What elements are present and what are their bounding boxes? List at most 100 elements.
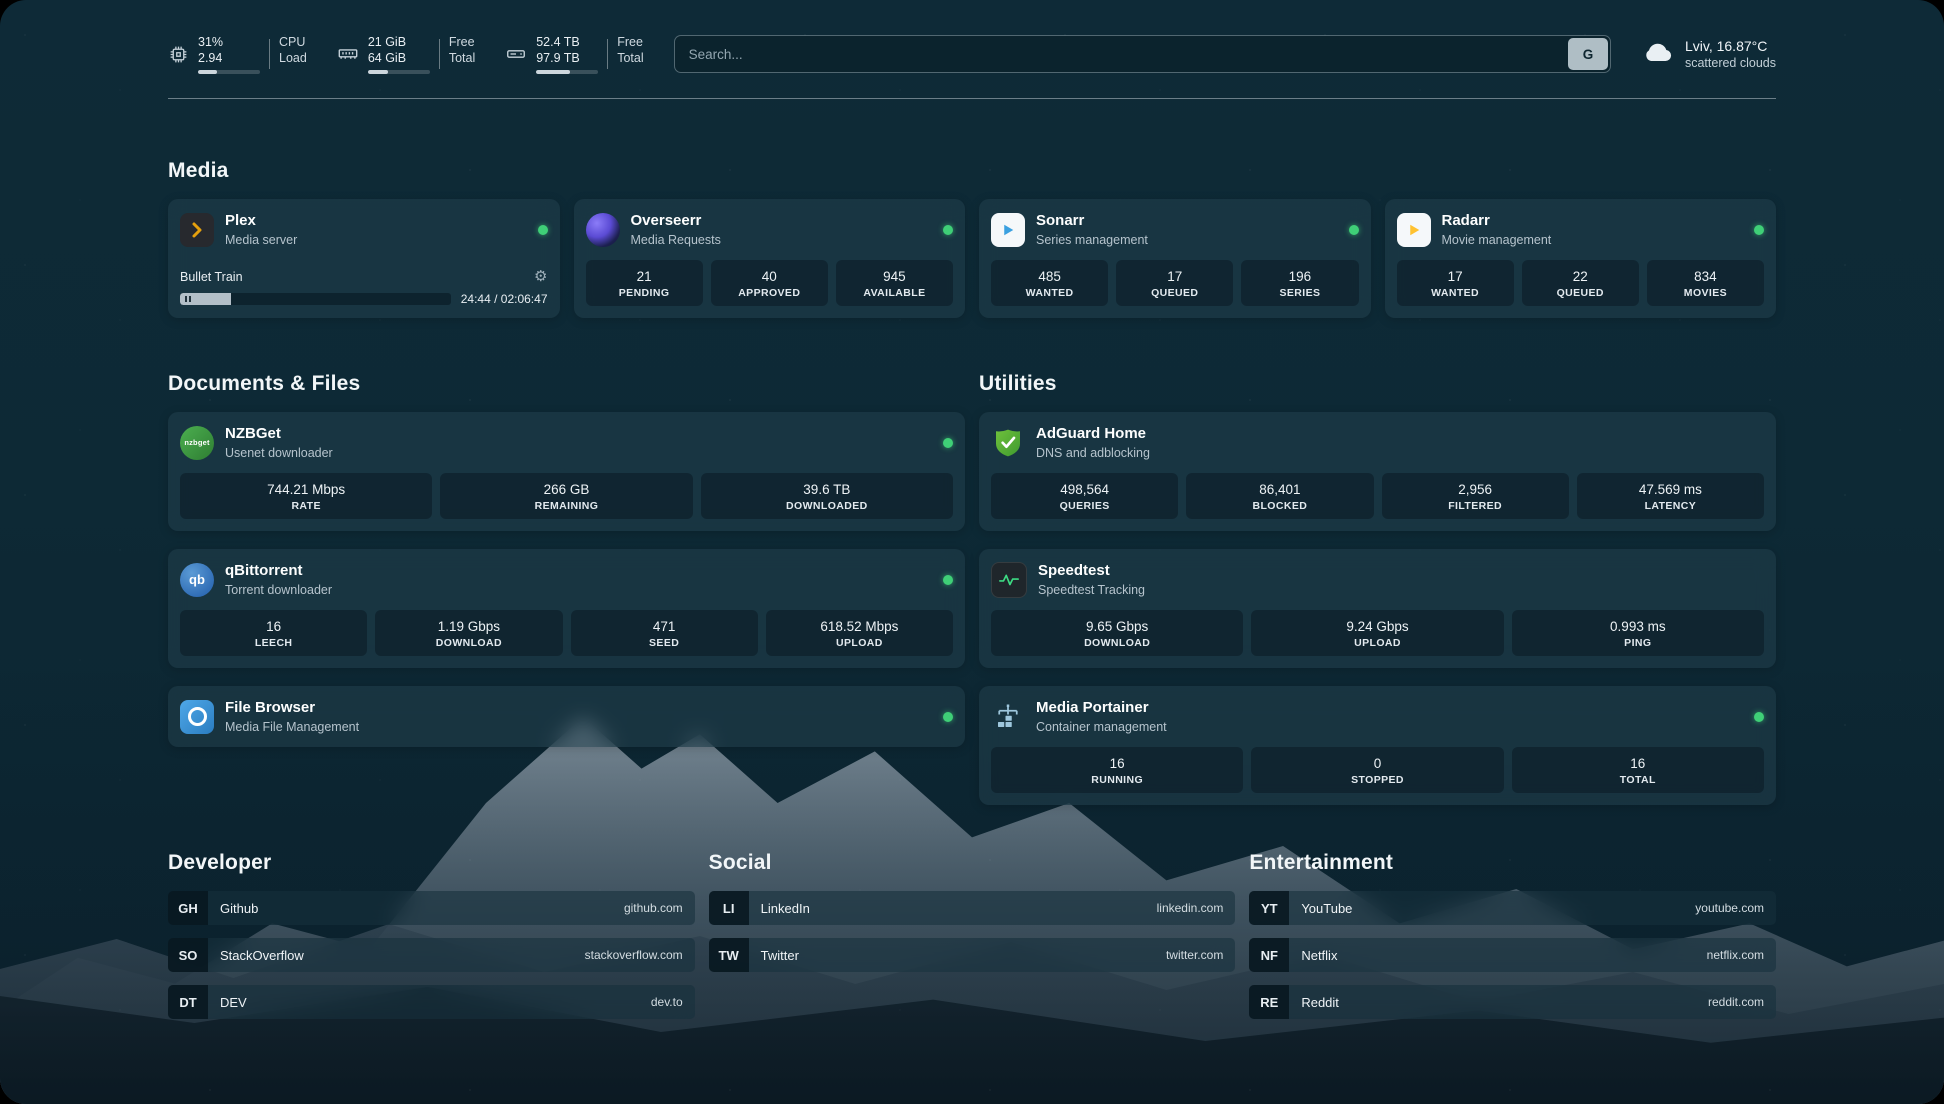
stat-box: 47.569 ms LATENCY — [1577, 473, 1764, 519]
memory-widget: 21 GiB 64 GiB Free Total — [337, 34, 475, 74]
bookmark-name: Reddit — [1301, 995, 1339, 1010]
playback-progress[interactable] — [180, 293, 451, 305]
memory-free: 21 GiB — [368, 34, 430, 50]
now-playing: Bullet Train ⚙ 24:44 / 02:06:47 — [180, 259, 548, 306]
bookmark-twitter[interactable]: TW Twitter twitter.com — [709, 938, 1236, 972]
service-desc: Movie management — [1442, 232, 1552, 248]
stat-box: 0 STOPPED — [1251, 747, 1503, 793]
stat-box: 471 SEED — [571, 610, 758, 656]
search-provider-button[interactable]: G — [1568, 38, 1608, 70]
bookmark-name: Netflix — [1301, 948, 1337, 963]
cpu-percent: 31% — [198, 34, 260, 50]
service-name: Plex — [225, 211, 297, 230]
disk-free: 52.4 TB — [536, 34, 598, 50]
service-desc: Series management — [1036, 232, 1148, 248]
cpu-label: CPU — [279, 34, 307, 50]
service-desc: Usenet downloader — [225, 445, 333, 461]
status-dot — [1754, 225, 1764, 235]
status-dot — [943, 712, 953, 722]
pause-icon[interactable] — [185, 296, 191, 302]
section-documents: Documents & Files nzbget NZBGet Usenet d… — [168, 372, 965, 805]
bookmark-netflix[interactable]: NF Netflix netflix.com — [1249, 938, 1776, 972]
bookmark-abbr: SO — [168, 938, 208, 972]
section-title-social: Social — [709, 851, 1236, 875]
bookmark-url: netflix.com — [1707, 948, 1764, 962]
section-title-utilities: Utilities — [979, 372, 1776, 396]
service-card-nzbget[interactable]: nzbget NZBGet Usenet downloader 744.21 M… — [168, 412, 965, 531]
bookmark-url: stackoverflow.com — [585, 948, 683, 962]
bookmark-reddit[interactable]: RE Reddit reddit.com — [1249, 985, 1776, 1019]
bookmark-name: StackOverflow — [220, 948, 304, 963]
section-entertainment: Entertainment YT YouTube youtube.com NF … — [1249, 851, 1776, 1019]
section-title-entertainment: Entertainment — [1249, 851, 1776, 875]
service-card-radarr[interactable]: Radarr Movie management 17 WANTED 22 QUE… — [1385, 199, 1777, 318]
playback-time: 24:44 / 02:06:47 — [461, 292, 548, 306]
stat-box: 834 MOVIES — [1647, 260, 1764, 306]
bookmark-name: Github — [220, 901, 258, 916]
stat-box: 39.6 TB DOWNLOADED — [701, 473, 953, 519]
stat-box: 485 WANTED — [991, 260, 1108, 306]
stat-box: 40 APPROVED — [711, 260, 828, 306]
section-developer: Developer GH Github github.com SO StackO… — [168, 851, 695, 1019]
bookmark-youtube[interactable]: YT YouTube youtube.com — [1249, 891, 1776, 925]
service-desc: Media File Management — [225, 719, 359, 735]
cpu-label: Load — [279, 50, 307, 66]
system-stats-group: 31% 2.94 CPU Load — [168, 34, 644, 74]
bookmark-url: linkedin.com — [1157, 901, 1224, 915]
bookmark-abbr: RE — [1249, 985, 1289, 1019]
stat-box: 16 RUNNING — [991, 747, 1243, 793]
bookmark-github[interactable]: GH Github github.com — [168, 891, 695, 925]
disk-widget: 52.4 TB 97.9 TB Free Total — [505, 34, 643, 74]
service-card-portainer[interactable]: Media Portainer Container management 16 … — [979, 686, 1776, 805]
cpu-load: 2.94 — [198, 50, 260, 66]
service-card-adguard[interactable]: AdGuard Home DNS and adblocking 498,564 … — [979, 412, 1776, 531]
section-social: Social LI LinkedIn linkedin.com TW Twitt… — [709, 851, 1236, 1019]
section-title-media: Media — [168, 159, 1776, 183]
service-name: AdGuard Home — [1036, 424, 1150, 443]
gear-icon[interactable]: ⚙ — [534, 269, 547, 284]
bookmark-dev[interactable]: DT DEV dev.to — [168, 985, 695, 1019]
cpu-progress-bar — [198, 70, 260, 74]
service-card-plex[interactable]: Plex Media server Bullet Train ⚙ — [168, 199, 560, 318]
service-desc: Media server — [225, 232, 297, 248]
bookmark-url: youtube.com — [1695, 901, 1764, 915]
stat-box: 945 AVAILABLE — [836, 260, 953, 306]
stat-box: 498,564 QUERIES — [991, 473, 1178, 519]
memory-label: Total — [449, 50, 475, 66]
bookmark-abbr: LI — [709, 891, 749, 925]
stat-box: 196 SERIES — [1241, 260, 1358, 306]
bookmark-name: DEV — [220, 995, 247, 1010]
status-dot — [538, 225, 548, 235]
memory-total: 64 GiB — [368, 50, 430, 66]
radarr-icon — [1397, 213, 1431, 247]
search-input[interactable] — [675, 36, 1566, 72]
cpu-widget: 31% 2.94 CPU Load — [168, 34, 307, 74]
disk-label: Free — [617, 34, 643, 50]
bookmark-linkedin[interactable]: LI LinkedIn linkedin.com — [709, 891, 1236, 925]
cpu-icon — [168, 44, 189, 65]
stat-box: 17 WANTED — [1397, 260, 1514, 306]
service-card-filebrowser[interactable]: File Browser Media File Management — [168, 686, 965, 747]
bookmark-stackoverflow[interactable]: SO StackOverflow stackoverflow.com — [168, 938, 695, 972]
divider — [607, 39, 608, 69]
bookmark-name: Twitter — [761, 948, 799, 963]
service-card-speedtest[interactable]: Speedtest Speedtest Tracking 9.65 Gbps D… — [979, 549, 1776, 668]
portainer-icon — [991, 700, 1025, 734]
qbittorrent-icon: qb — [180, 563, 214, 597]
stat-box: 744.21 Mbps RATE — [180, 473, 432, 519]
filebrowser-icon — [180, 700, 214, 734]
stat-box: 22 QUEUED — [1522, 260, 1639, 306]
search-bar: G — [674, 35, 1611, 73]
service-card-sonarr[interactable]: Sonarr Series management 485 WANTED 17 Q… — [979, 199, 1371, 318]
service-card-qbittorrent[interactable]: qb qBittorrent Torrent downloader 16 LEE… — [168, 549, 965, 668]
bookmark-abbr: DT — [168, 985, 208, 1019]
plex-icon — [180, 213, 214, 247]
stat-box: 21 PENDING — [586, 260, 703, 306]
stat-box: 86,401 BLOCKED — [1186, 473, 1373, 519]
disk-icon — [505, 43, 527, 65]
service-card-overseerr[interactable]: Overseerr Media Requests 21 PENDING 40 A… — [574, 199, 966, 318]
weather-location: Lviv, 16.87°C — [1685, 37, 1776, 55]
service-desc: Media Requests — [631, 232, 721, 248]
disk-progress-bar — [536, 70, 598, 74]
memory-progress-bar — [368, 70, 430, 74]
